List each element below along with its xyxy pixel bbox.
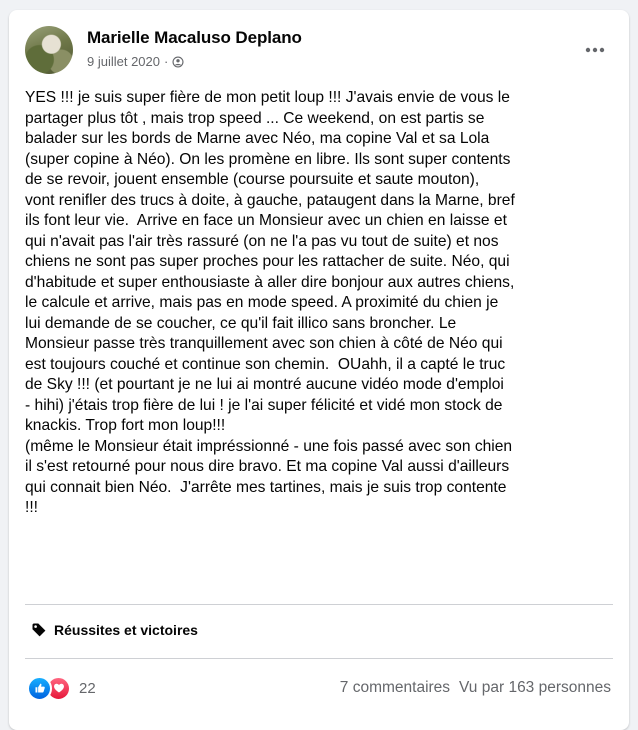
like-icon bbox=[27, 675, 52, 701]
post-meta: 9 juillet 2020 · bbox=[87, 54, 184, 69]
post-stats: 7 commentaires Vu par 163 personnes bbox=[340, 679, 611, 697]
tag-icon bbox=[32, 623, 46, 637]
post-tag[interactable]: Réussites et victoires bbox=[31, 622, 198, 638]
divider bbox=[25, 604, 613, 605]
comments-count[interactable]: 7 commentaires bbox=[340, 679, 450, 697]
post-footer: 22 7 commentaires Vu par 163 personnes bbox=[27, 675, 611, 701]
globe-icon[interactable] bbox=[172, 55, 184, 68]
post-text: YES !!! je suis super fière de mon petit… bbox=[25, 89, 515, 516]
author-name[interactable]: Marielle Macaluso Deplano bbox=[87, 28, 302, 48]
post-header: Marielle Macaluso Deplano 9 juillet 2020… bbox=[25, 24, 613, 76]
reaction-count[interactable]: 22 bbox=[79, 680, 96, 697]
avatar[interactable] bbox=[25, 26, 73, 74]
tag-label: Réussites et victoires bbox=[54, 622, 198, 638]
post-date[interactable]: 9 juillet 2020 bbox=[87, 54, 160, 69]
more-options-button[interactable] bbox=[577, 32, 613, 68]
post-card: Marielle Macaluso Deplano 9 juillet 2020… bbox=[9, 10, 629, 730]
meta-separator: · bbox=[164, 54, 169, 69]
views-count[interactable]: Vu par 163 personnes bbox=[459, 679, 611, 697]
reactions-summary[interactable]: 22 bbox=[27, 675, 96, 701]
more-horizontal-icon bbox=[585, 47, 605, 53]
divider bbox=[25, 658, 613, 659]
